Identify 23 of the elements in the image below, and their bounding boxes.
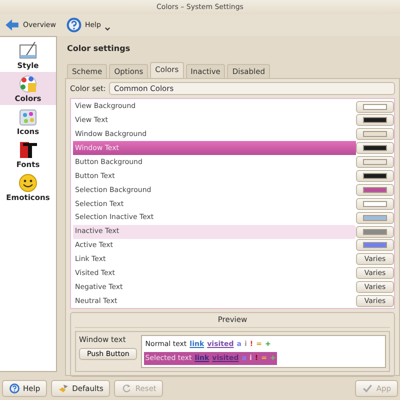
paintbrush-canvas-icon: [18, 41, 38, 61]
color-button[interactable]: [356, 198, 394, 210]
color-button[interactable]: [356, 156, 394, 168]
color-button[interactable]: [356, 212, 394, 224]
color-button[interactable]: [356, 170, 394, 182]
icon-grid-icon: [18, 107, 38, 127]
color-button[interactable]: [356, 114, 394, 126]
font-letter-icon: [18, 140, 38, 160]
color-button[interactable]: [356, 226, 394, 238]
smiley-icon: [18, 173, 38, 193]
checkmark-icon: [362, 382, 374, 394]
color-button[interactable]: [356, 142, 394, 154]
help-icon: [9, 382, 20, 394]
color-palette-icon: [18, 74, 38, 94]
undo-icon: [121, 382, 132, 394]
color-button[interactable]: [356, 128, 394, 140]
help-icon: [66, 17, 82, 33]
caret-icon: [104, 24, 111, 32]
back-arrow-icon: [4, 17, 20, 33]
color-button[interactable]: [356, 239, 394, 252]
section-heading: Color settings: [66, 43, 132, 55]
color-button[interactable]: [356, 100, 394, 113]
color-button[interactable]: [356, 184, 394, 196]
